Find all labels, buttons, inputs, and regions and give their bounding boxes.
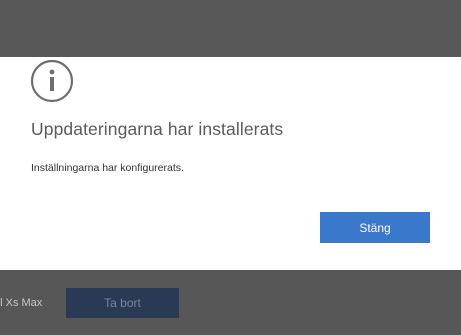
close-button[interactable]: Stäng — [320, 212, 430, 243]
modal-backdrop-top — [0, 0, 461, 57]
device-name: el Xs Max — [0, 297, 43, 309]
modal-backdrop-bottom: el Xs Max Ta bort — [0, 270, 461, 335]
screen: Uppdateringarna har installerats Inställ… — [0, 0, 461, 335]
remove-button: Ta bort — [66, 288, 179, 318]
info-icon — [30, 59, 74, 103]
update-dialog: Uppdateringarna har installerats Inställ… — [0, 57, 461, 270]
dialog-message: Inställningarna har konfigurerats. — [31, 162, 184, 174]
dialog-title: Uppdateringarna har installerats — [31, 119, 284, 139]
